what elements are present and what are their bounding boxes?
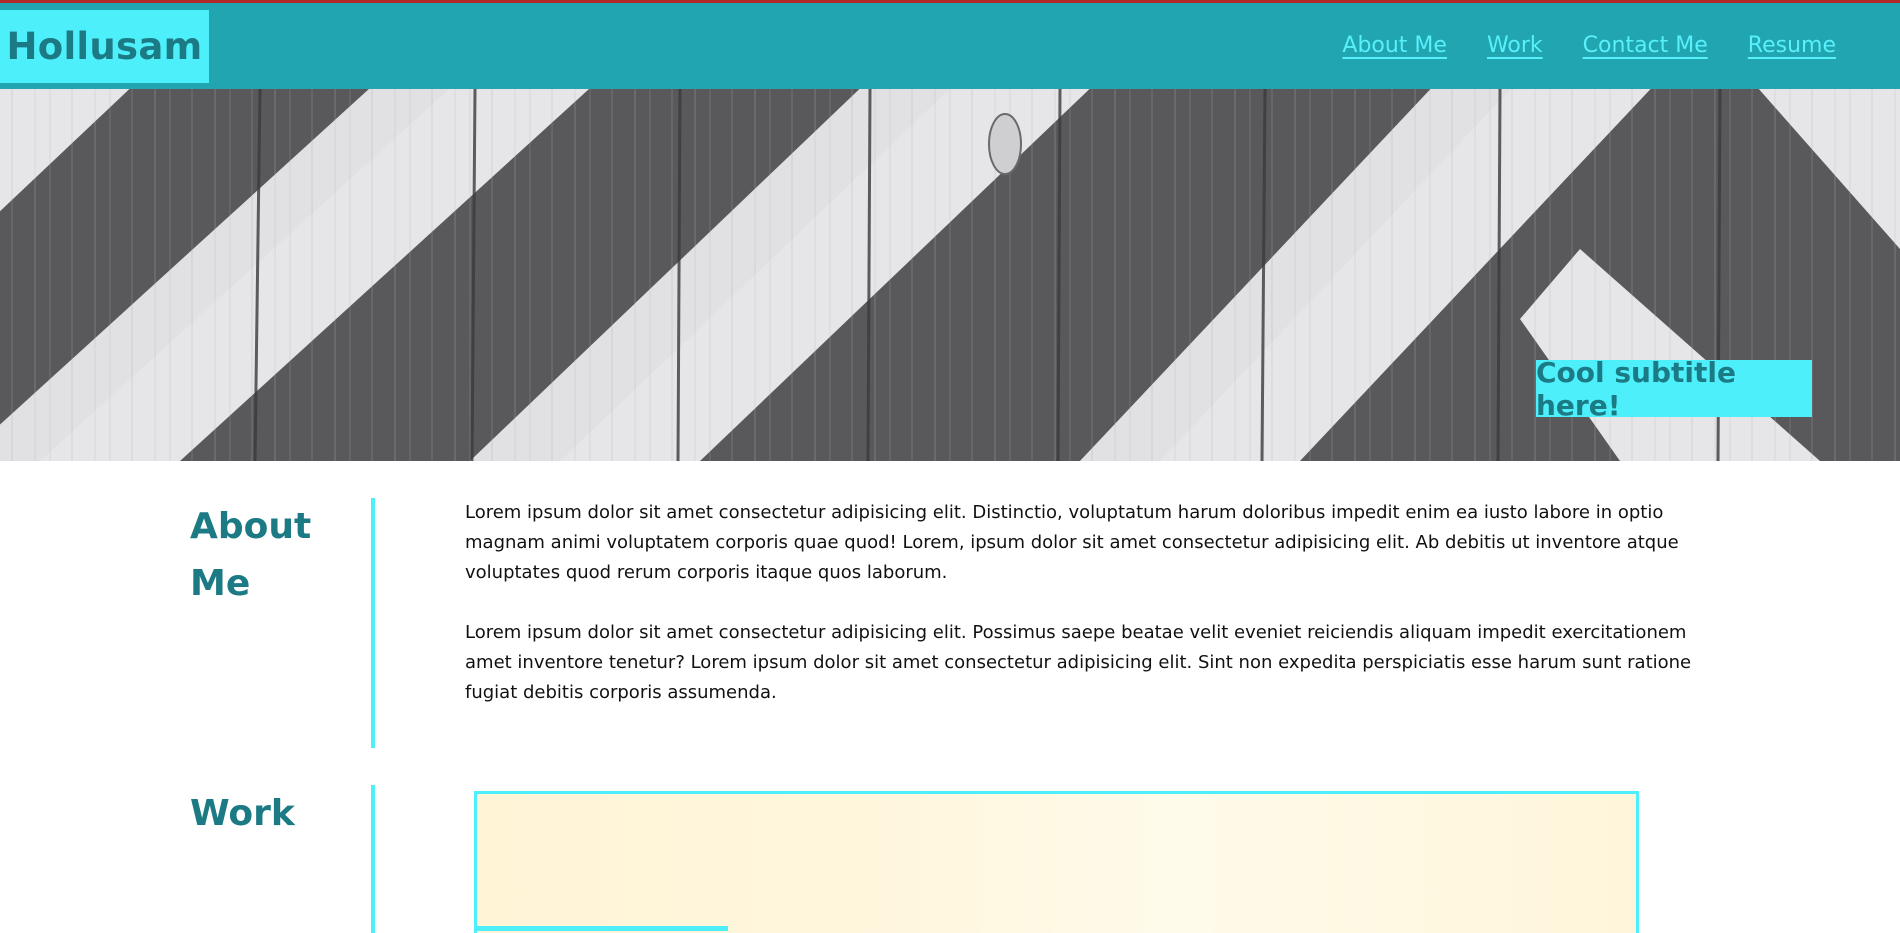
- nav-link-contact-me[interactable]: Contact Me: [1583, 31, 1708, 61]
- nav-menu: About Me Work Contact Me Resume: [1342, 31, 1836, 61]
- about-section-title: About Me: [190, 506, 312, 604]
- nav-link-work[interactable]: Work: [1487, 31, 1543, 61]
- about-paragraph: Lorem ipsum dolor sit amet consectetur a…: [465, 502, 1679, 583]
- logo-text: Hollusam: [6, 25, 203, 68]
- nav-link-about-me[interactable]: About Me: [1342, 31, 1447, 61]
- hero-subtitle: Cool subtitle here!: [1536, 356, 1812, 422]
- navbar: Hollusam About Me Work Contact Me Resume: [0, 3, 1900, 89]
- about-paragraph: Lorem ipsum dolor sit amet consectetur a…: [465, 622, 1692, 703]
- about-text: Lorem ipsum dolor sit amet consectetur a…: [465, 498, 1695, 738]
- work-divider: [371, 785, 375, 933]
- work-card-accent-bar: [474, 926, 728, 931]
- hero-banner: Cool subtitle here!: [0, 89, 1900, 461]
- work-section-title: Work: [190, 793, 295, 834]
- about-divider: [371, 498, 375, 748]
- nav-link-resume[interactable]: Resume: [1748, 31, 1836, 61]
- logo[interactable]: Hollusam: [0, 10, 209, 83]
- work-project-card[interactable]: [474, 791, 1639, 933]
- hero-subtitle-text: Cool subtitle here!: [1536, 355, 1736, 422]
